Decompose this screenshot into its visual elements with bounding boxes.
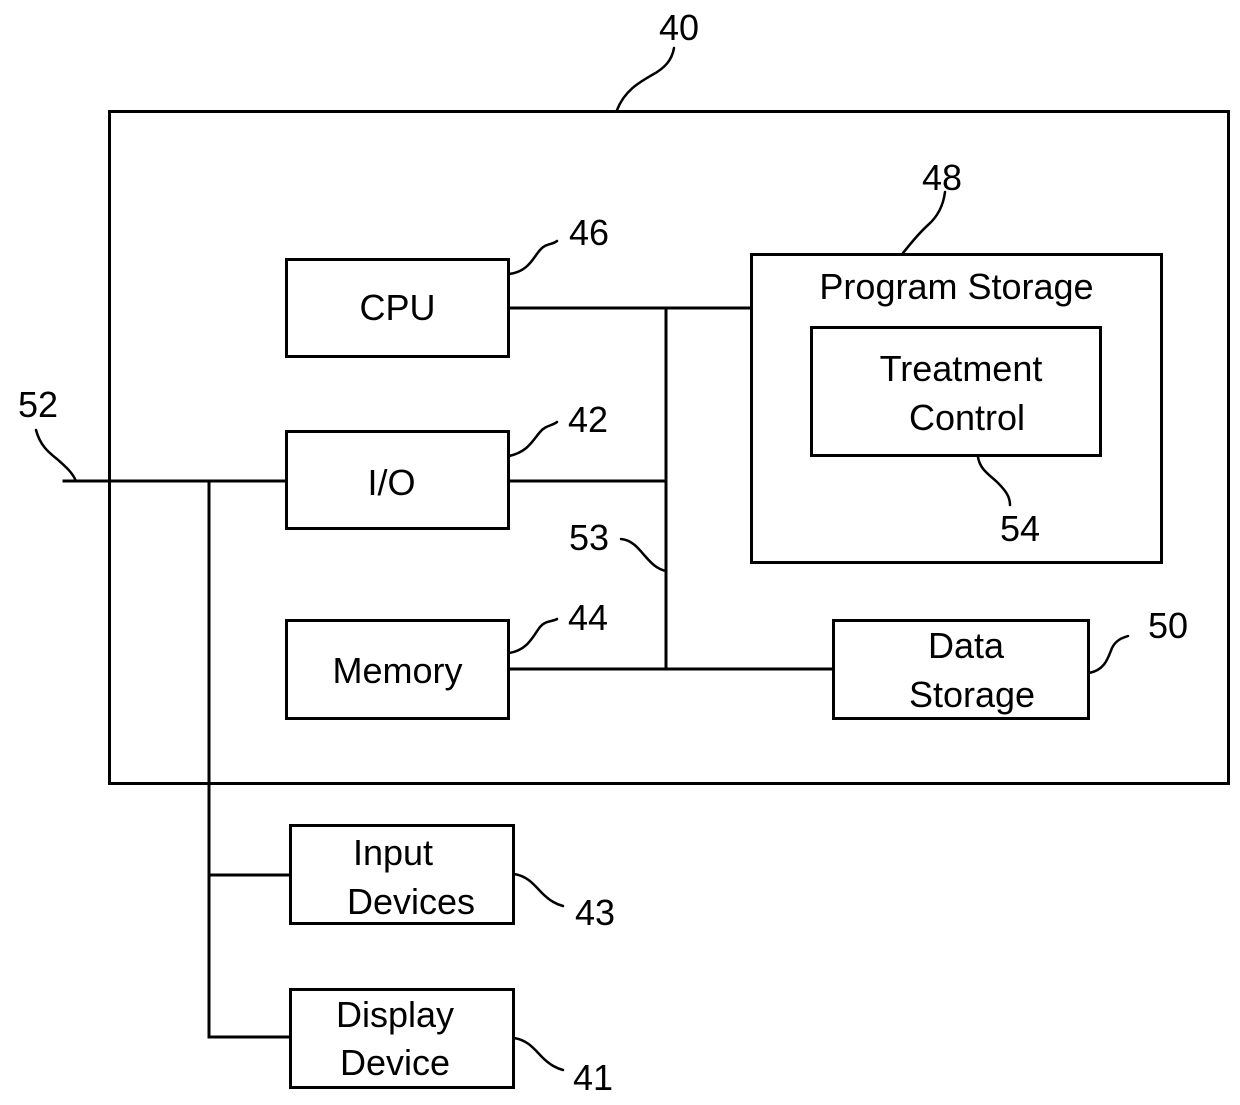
ref-41: 41 — [573, 1057, 614, 1098]
block-diagram: CPU I/O Memory Program Storage Treatment… — [0, 0, 1240, 1105]
leader-41 — [512, 1036, 565, 1072]
data-storage-block: Data Storage — [832, 619, 1090, 720]
ref-46: 46 — [569, 212, 610, 253]
ref-43: 43 — [575, 892, 616, 933]
ref-40: 40 — [659, 7, 700, 48]
ref-50: 50 — [1148, 605, 1189, 646]
leader-40 — [615, 46, 676, 112]
leader-52 — [34, 428, 78, 483]
data-storage-label-line2: Storage — [908, 674, 1036, 715]
memory-block: Memory — [285, 619, 510, 720]
ref-54: 54 — [1000, 508, 1041, 549]
display-device-block: Display Device — [289, 988, 515, 1089]
cpu-label: CPU — [359, 287, 436, 328]
display-device-label-line1: Display — [335, 994, 455, 1035]
io-label: I/O — [367, 462, 416, 503]
ref-42: 42 — [568, 399, 609, 440]
input-devices-block: Input Devices — [289, 824, 515, 925]
data-storage-label-line1: Data — [927, 625, 1005, 666]
leader-43 — [512, 872, 565, 908]
program-storage-label: Program Storage — [819, 266, 1094, 307]
cpu-block: CPU — [285, 258, 510, 358]
ref-48: 48 — [922, 157, 963, 198]
ref-52: 52 — [18, 384, 59, 425]
memory-label: Memory — [332, 650, 463, 691]
ref-53: 53 — [569, 517, 610, 558]
input-devices-label-line2: Devices — [346, 881, 476, 922]
input-devices-label-line1: Input — [352, 832, 434, 873]
io-block: I/O — [285, 430, 510, 530]
treatment-control-block: Treatment Control — [810, 326, 1102, 457]
treatment-control-label-line2: Control — [908, 397, 1026, 438]
ref-44: 44 — [568, 597, 609, 638]
display-device-label-line2: Device — [339, 1042, 451, 1083]
treatment-control-label-line1: Treatment — [879, 348, 1043, 389]
